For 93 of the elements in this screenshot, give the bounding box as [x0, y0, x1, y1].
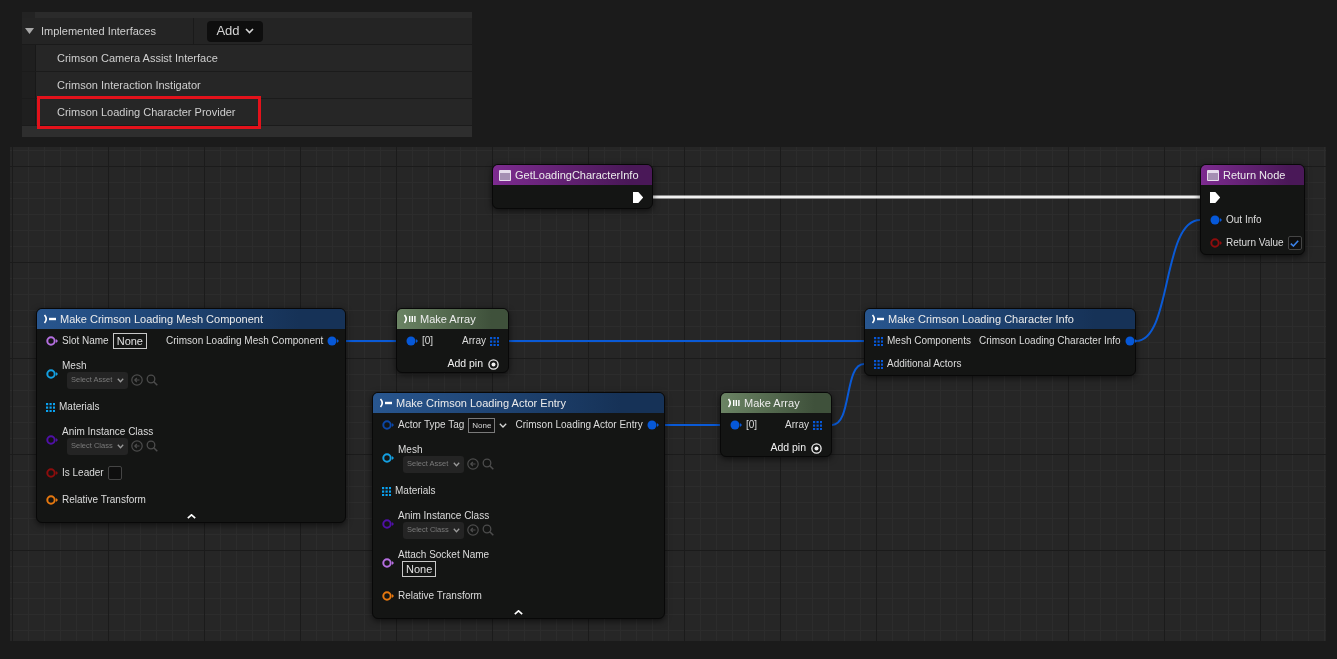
add-button[interactable]: Add — [207, 20, 263, 42]
grid-pin-icon[interactable] — [813, 420, 822, 430]
grid-pin-icon[interactable] — [874, 359, 883, 369]
add-pin-button[interactable]: Add pin — [447, 357, 499, 371]
grid-pin-icon[interactable] — [490, 336, 499, 346]
circle-pin-icon[interactable] — [327, 336, 340, 346]
circle-pin-icon[interactable] — [382, 558, 394, 568]
node-title: Make Crimson Loading Actor Entry — [396, 395, 566, 411]
chevron-down-icon[interactable] — [453, 527, 460, 533]
pin-label: Array — [785, 419, 809, 431]
pin-label: Crimson Loading Mesh Component — [166, 335, 324, 347]
section-header[interactable]: Implemented Interfaces Add — [22, 18, 472, 45]
exec-pin-icon[interactable] — [633, 191, 643, 203]
circle-pin-icon[interactable] — [1210, 215, 1222, 225]
circle-pin-icon[interactable] — [646, 420, 659, 430]
chevron-down-icon[interactable] — [117, 377, 124, 383]
circle-dot-icon[interactable] — [488, 358, 499, 370]
bracket-icon — [379, 398, 392, 408]
node-title: Make Crimson Loading Character Info — [888, 311, 1074, 327]
checkmark-icon — [1290, 239, 1300, 247]
circle-pin-icon[interactable] — [406, 336, 418, 346]
circle-pin-icon[interactable] — [46, 494, 58, 505]
checkbox[interactable] — [107, 466, 122, 480]
pin-label: Actor Type Tag — [398, 419, 465, 431]
text-field[interactable]: None — [112, 333, 147, 349]
pin-label: Slot Name — [62, 335, 109, 347]
pin-label: Materials — [395, 485, 436, 497]
pin-label: [0] — [746, 419, 758, 431]
pin-label: Mesh Components — [887, 335, 971, 347]
exec-pin-icon[interactable] — [1210, 191, 1220, 203]
bracket-grid-icon — [403, 314, 416, 324]
pin-label: Materials — [59, 401, 100, 413]
search-icon[interactable] — [146, 440, 158, 452]
node-title: Make Crimson Loading Mesh Component — [60, 311, 263, 327]
bracket-icon — [43, 314, 56, 324]
bracket-grid-icon — [727, 398, 740, 408]
add-pin-button[interactable]: Add pin — [770, 441, 822, 455]
chevron-up-icon[interactable] — [186, 513, 196, 519]
chevron-up-icon[interactable] — [514, 609, 523, 615]
circle-pin-icon[interactable] — [46, 336, 58, 346]
interface-item[interactable]: Crimson Loading Character Provider — [22, 99, 472, 126]
data-wire — [346, 340, 396, 342]
data-wire — [665, 424, 720, 426]
chevron-down-icon[interactable] — [244, 28, 254, 34]
interface-item[interactable]: Crimson Interaction Instigator — [22, 72, 472, 99]
circle-pin-icon[interactable] — [46, 369, 58, 379]
grid-pin-icon[interactable] — [874, 336, 883, 346]
pin-label: Crimson Loading Character Info — [978, 335, 1121, 347]
interface-item[interactable]: Crimson Camera Assist Interface — [22, 45, 472, 72]
node-title: GetLoadingCharacterInfo — [515, 167, 639, 183]
arrow-circle-icon[interactable] — [131, 440, 143, 452]
pin-label: Mesh — [62, 359, 88, 372]
circle-pin-icon[interactable] — [1124, 336, 1137, 346]
pin-label: Relative Transform — [398, 589, 482, 602]
window-icon — [1207, 169, 1219, 181]
arrow-circle-icon[interactable] — [467, 524, 479, 536]
pin-label: Relative Transform — [62, 493, 146, 506]
text-field[interactable]: None — [402, 561, 437, 577]
pin-label: Anim Instance Class — [398, 509, 491, 522]
triangle-down-icon[interactable] — [25, 28, 34, 34]
arrow-circle-icon[interactable] — [131, 374, 143, 386]
search-icon[interactable] — [482, 458, 494, 470]
search-icon[interactable] — [482, 524, 494, 536]
section-title: Implemented Interfaces — [41, 23, 156, 39]
pin-label: Mesh — [398, 443, 424, 456]
checkbox[interactable] — [1287, 236, 1302, 250]
node-title: Make Array — [744, 395, 800, 411]
category-header[interactable] — [22, 126, 472, 137]
circle-dot-icon[interactable] — [811, 442, 822, 454]
node-title: Return Node — [1223, 167, 1286, 183]
bracket-icon — [871, 314, 884, 324]
pin-label: Array — [462, 335, 486, 347]
pin-label: Anim Instance Class — [62, 425, 155, 438]
grid-pin-icon[interactable] — [46, 402, 55, 412]
tag-field[interactable]: None — [468, 417, 496, 433]
pin-label: Is Leader — [62, 467, 104, 479]
arrow-circle-icon[interactable] — [467, 458, 479, 470]
window-icon — [499, 169, 511, 181]
circle-pin-icon[interactable] — [730, 420, 742, 430]
node-title: Make Array — [420, 311, 476, 327]
pin-label: Return Value — [1226, 237, 1284, 249]
circle-pin-icon[interactable] — [382, 453, 394, 463]
circle-pin-icon[interactable] — [382, 590, 394, 601]
grid-pin-icon[interactable] — [382, 486, 391, 496]
search-icon[interactable] — [146, 374, 158, 386]
pin-label: [0] — [422, 335, 434, 347]
chevron-down-icon[interactable] — [453, 461, 460, 467]
pin-label: Crimson Loading Actor Entry — [515, 419, 643, 431]
chevron-down-icon[interactable] — [117, 443, 124, 449]
pin-label: Out Info — [1226, 214, 1262, 226]
pin-label: Additional Actors — [887, 358, 962, 370]
pin-label: Attach Socket Name — [398, 549, 490, 561]
data-wire — [831, 363, 865, 426]
